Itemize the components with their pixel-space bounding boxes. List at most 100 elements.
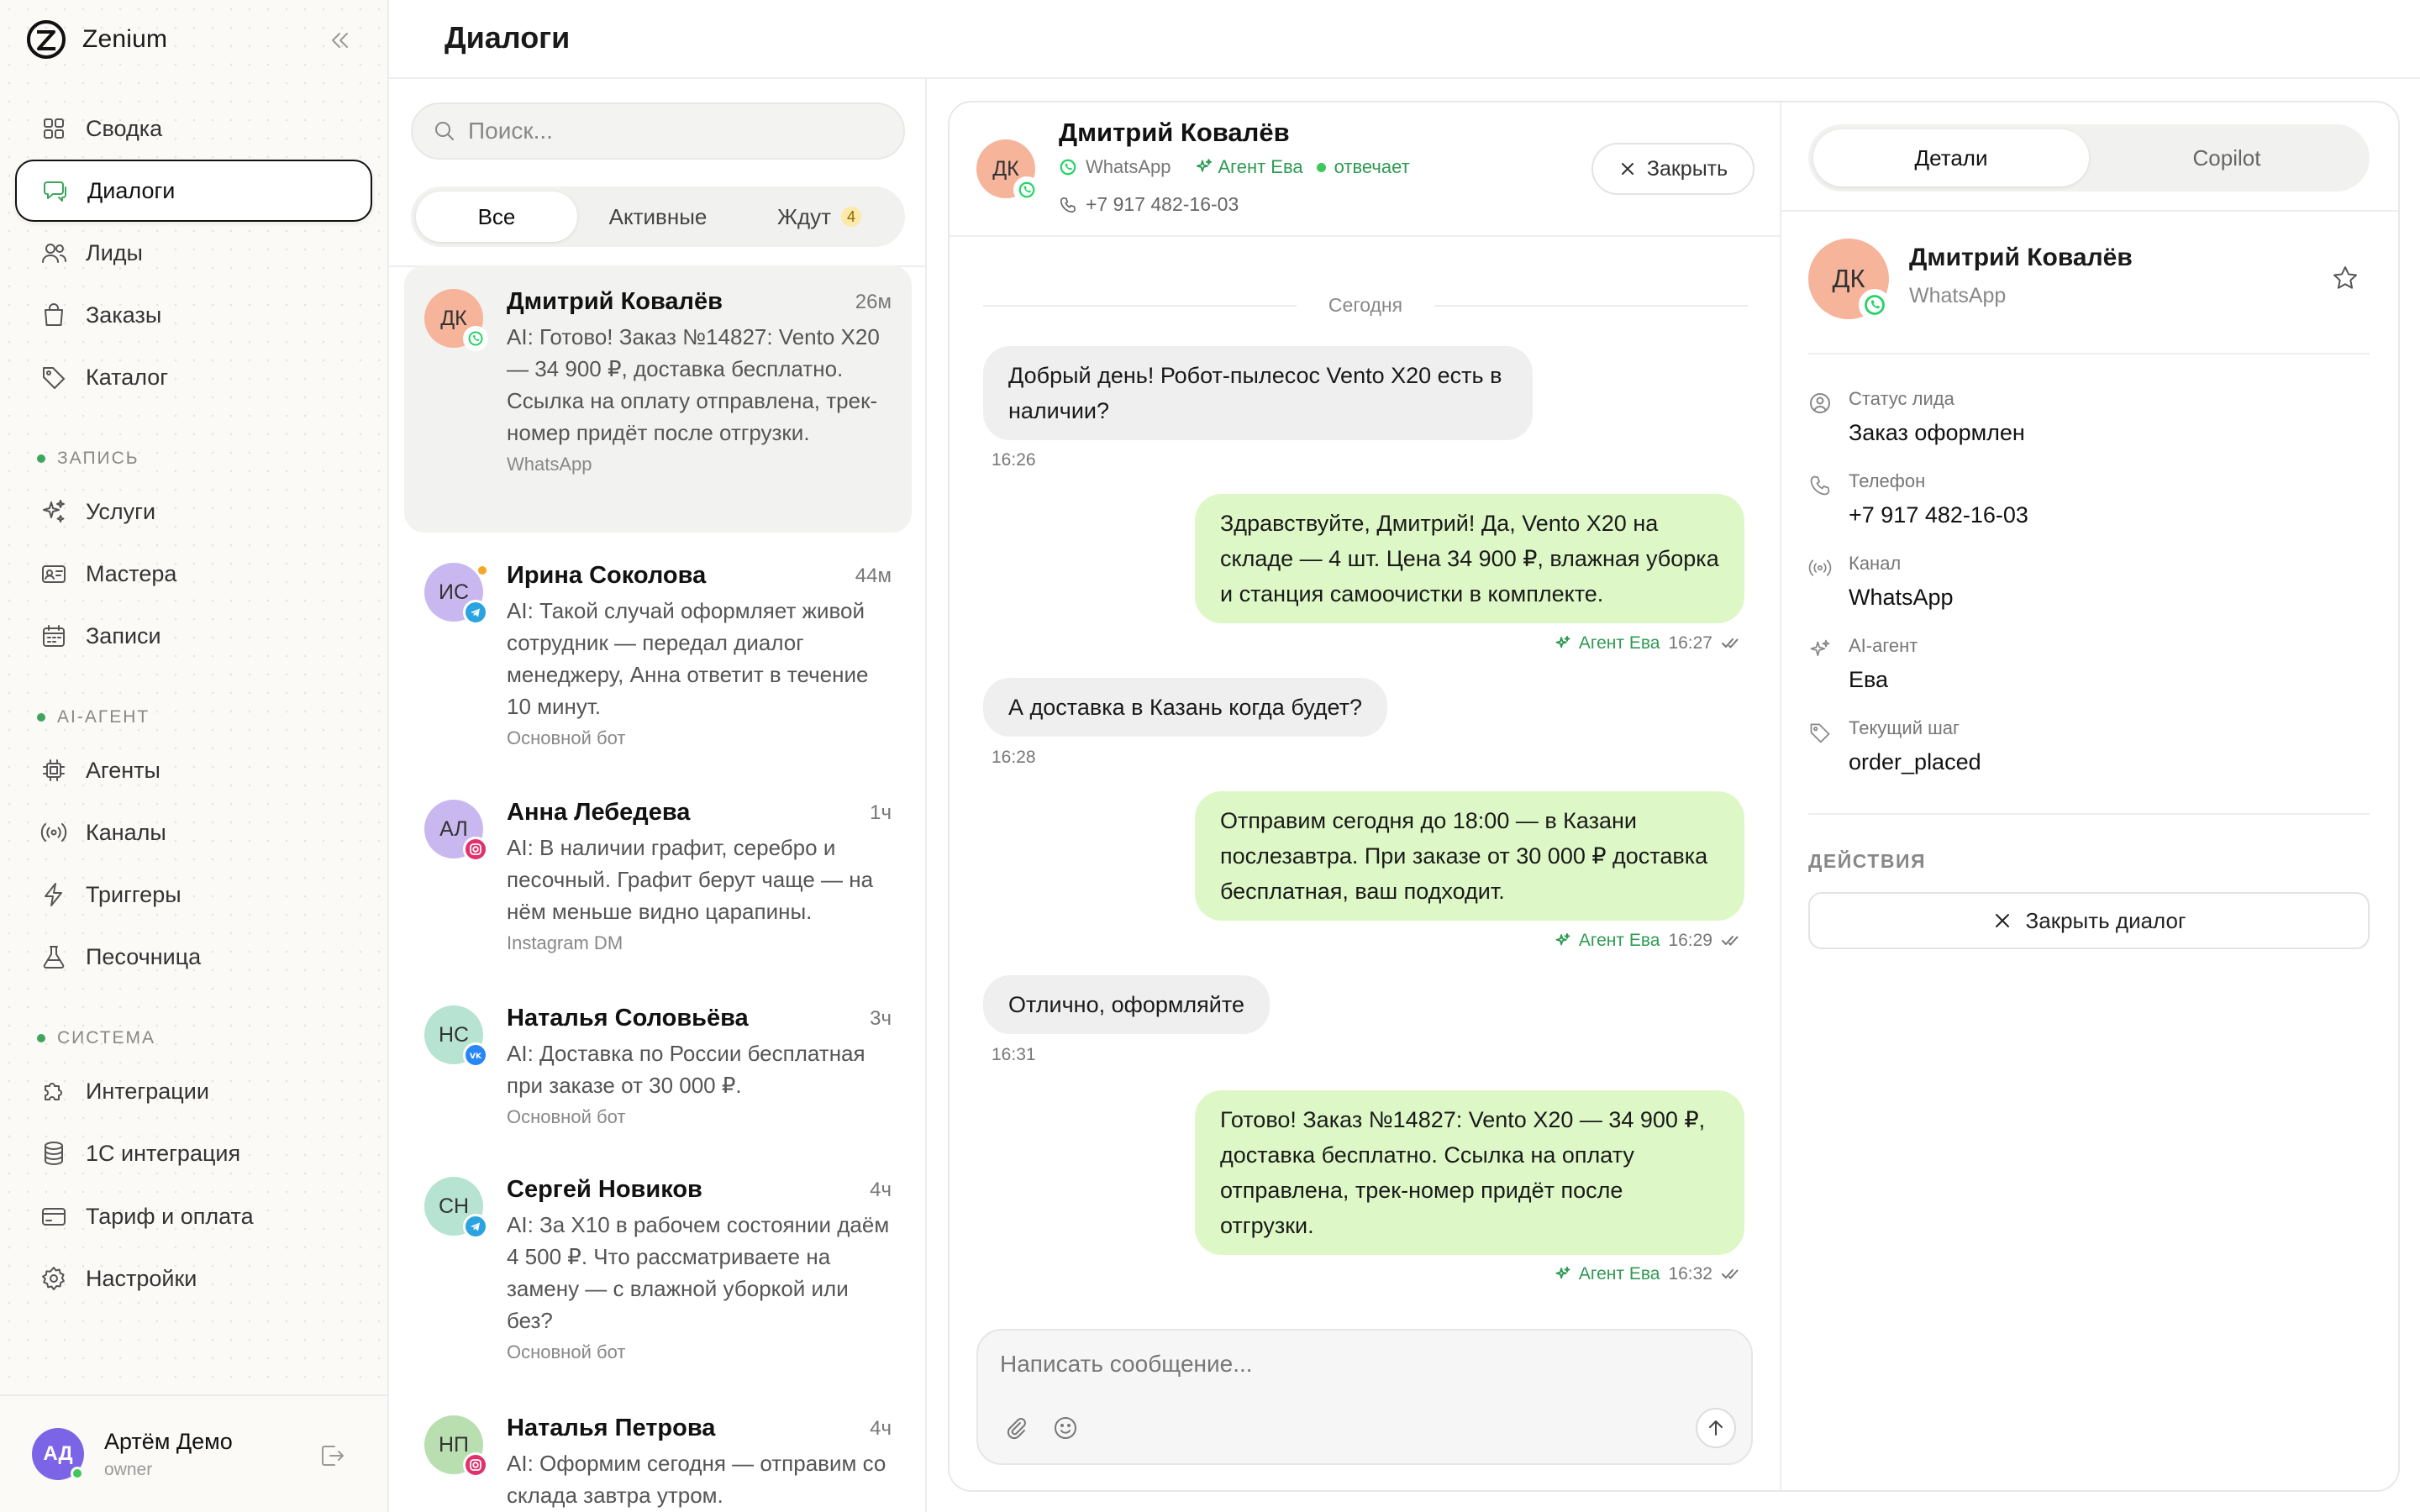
nav-orders[interactable]: Заказы — [15, 284, 372, 346]
database-icon — [45, 1142, 63, 1165]
chat-contact-phone: +7 917 482-16-03 — [1059, 193, 1239, 216]
nav-triggers[interactable]: Триггеры — [15, 864, 372, 926]
agent-name: Агент Ева — [1578, 931, 1660, 950]
chat-main: ДК Дмитрий Ковалёв WhatsApp Агент Ева от… — [950, 102, 1781, 1490]
conversation-item[interactable]: СН Сергей Новиков 4ч AI: За X10 в рабоче… — [404, 1153, 912, 1363]
close-dialog-button[interactable]: Закрыть диалог — [1808, 892, 2370, 949]
tab-details[interactable]: Детали — [1813, 129, 2089, 186]
conversation-time: 3ч — [870, 1007, 892, 1030]
conversation-item[interactable]: ДК Дмитрий Ковалёв 26м AI: Готово! Заказ… — [404, 265, 912, 533]
conversation-item[interactable]: НП Наталья Петрова 4ч AI: Оформим сегодн… — [404, 1392, 912, 1511]
filter-tab-all[interactable]: Все — [416, 192, 577, 242]
dashboard-icon — [44, 118, 64, 139]
divider — [1808, 813, 2370, 815]
close-dialog-label: Закрыть диалог — [2025, 907, 2186, 933]
users-icon — [42, 244, 66, 263]
field-value: Заказ оформлен — [1849, 420, 2025, 445]
message-preview: AI: За X10 в рабочем состоянии даём 4 50… — [507, 1212, 890, 1333]
agent-status: отвечает — [1334, 156, 1410, 177]
message-agent: Агент Ева — [1552, 931, 1660, 951]
filter-tab-waiting[interactable]: Ждут 4 — [739, 192, 900, 242]
contact-name: Анна Лебедева — [507, 799, 691, 826]
time-label: 16:32 — [1668, 1264, 1712, 1284]
nav-label: Мастера — [86, 560, 177, 586]
message-bubble-out: Здравствуйте, Дмитрий! Да, Vento X20 на … — [1195, 494, 1744, 623]
nav-settings[interactable]: Настройки — [15, 1247, 372, 1310]
nav-masters[interactable]: Мастера — [15, 543, 372, 605]
conversation-source: WhatsApp — [507, 454, 592, 475]
search-icon — [435, 122, 454, 140]
conversation-source: Instagram DM — [507, 932, 623, 953]
avatar-initials: ИС — [438, 580, 470, 604]
user-circle-icon — [1810, 393, 1830, 413]
agent-name: Агент Ева — [1578, 633, 1660, 653]
nav-label: Настройки — [86, 1265, 197, 1291]
conversation-time: 26м — [855, 291, 892, 313]
sparkles-icon — [1555, 635, 1570, 648]
emoji-icon[interactable] — [1052, 1415, 1079, 1441]
tab-label: Детали — [1914, 144, 1988, 171]
contact-avatar: ДК — [976, 139, 1040, 203]
avatar-initials: СН — [438, 1194, 470, 1218]
instagram-icon — [463, 837, 488, 862]
message-preview: AI: Оформим сегодня — отправим со склада… — [507, 1451, 886, 1508]
nav-leads[interactable]: Лиды — [15, 222, 372, 284]
conversation-source: Основной бот — [507, 1106, 626, 1127]
field-value: WhatsApp — [1849, 585, 1954, 610]
time-label: 16:31 — [992, 1045, 1036, 1064]
sidebar: Zenium Сводка Диалоги Лиды Заказы Катало… — [0, 0, 389, 1512]
tab-copilot[interactable]: Copilot — [2089, 129, 2365, 186]
message-time: 16:31 — [992, 1045, 1036, 1065]
nav-agents[interactable]: Агенты — [15, 739, 372, 801]
nav-services[interactable]: Услуги — [15, 480, 372, 543]
message-bubble-out: Готово! Заказ №14827: Vento X20 — 34 900… — [1195, 1090, 1744, 1255]
nav-sandbox[interactable]: Песочница — [15, 926, 372, 988]
field-current-step: Текущий шаг order_placed — [1808, 717, 2363, 775]
star-icon[interactable] — [2331, 264, 2360, 292]
nav-integrations[interactable]: Интеграции — [15, 1060, 372, 1122]
svg-text:VK: VK — [470, 1053, 482, 1061]
nav-channels[interactable]: Каналы — [15, 801, 372, 864]
close-chat-button[interactable]: Закрыть — [1591, 143, 1754, 195]
conversation-list: Все Активные Ждут 4 ДК Дмитрий Ковалёв 26… — [389, 79, 927, 1512]
nav-catalog[interactable]: Каталог — [15, 346, 372, 408]
conversation-time: 1ч — [870, 801, 892, 824]
conversation-item[interactable]: НС VK Наталья Соловьёва 3ч AI: Доставка … — [404, 982, 912, 1128]
logout-icon[interactable] — [318, 1441, 346, 1470]
conversation-item[interactable]: АЛ Анна Лебедева 1ч AI: В наличии графит… — [404, 776, 912, 954]
nav-dialogs[interactable]: Диалоги — [15, 160, 372, 222]
search-input[interactable] — [468, 118, 888, 144]
message-bubble-in: А доставка в Казань когда будет? — [983, 678, 1388, 737]
details-panel: Детали Copilot ДК Дмитрий Ковалёв WhatsA… — [1781, 102, 2398, 1490]
phone-icon — [1060, 197, 1076, 213]
nav-label: Каналы — [86, 819, 166, 845]
shopping-bag-icon — [45, 303, 63, 326]
close-label: Закрыть — [1646, 156, 1728, 181]
nav-summary[interactable]: Сводка — [15, 97, 372, 160]
chat-panel: ДК Дмитрий Ковалёв WhatsApp Агент Ева от… — [948, 101, 2400, 1492]
nav-label: Интеграции — [86, 1078, 209, 1104]
live-indicator — [1316, 162, 1326, 172]
send-button[interactable] — [1696, 1408, 1736, 1448]
nav-label: Лиды — [86, 239, 143, 265]
top-bar: Диалоги — [389, 0, 2420, 79]
message-agent: Агент Ева — [1552, 633, 1660, 654]
field-ai-agent: AI-агент Ева — [1808, 635, 2363, 693]
paperclip-icon[interactable] — [1002, 1415, 1028, 1441]
user-profile[interactable]: АД Артём Демо owner — [0, 1394, 387, 1512]
message-meta: Агент Ева 16:29 — [1552, 931, 1743, 951]
nav-label: Тариф и оплата — [86, 1203, 254, 1229]
field-value: order_placed — [1849, 749, 1981, 774]
vk-icon: VK — [463, 1042, 488, 1068]
nav-billing[interactable]: Тариф и оплата — [15, 1185, 372, 1247]
collapse-sidebar-icon[interactable] — [328, 25, 351, 55]
brand[interactable]: Zenium — [25, 18, 167, 60]
nav-1c-integration[interactable]: 1С интеграция — [15, 1122, 372, 1184]
conversation-item[interactable]: ИС Ирина Соколова 44м AI: Такой случай о… — [404, 539, 912, 749]
search-box[interactable] — [411, 102, 905, 160]
nav-label: Песочница — [86, 943, 202, 969]
message-input[interactable] — [1000, 1351, 1723, 1378]
nav-appointments[interactable]: Записи — [15, 605, 372, 667]
filter-tabs: Все Активные Ждут 4 — [411, 186, 905, 247]
filter-tab-active[interactable]: Активные — [577, 192, 739, 242]
